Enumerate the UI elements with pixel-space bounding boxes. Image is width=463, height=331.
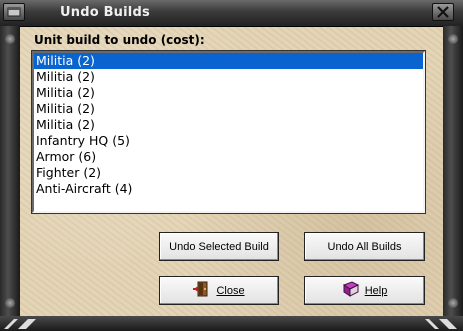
help-button-label: Help: [364, 284, 388, 297]
help-button[interactable]: Help: [304, 276, 425, 305]
list-item[interactable]: Militia (2): [34, 53, 423, 69]
undo-all-builds-label: Undo All Builds: [327, 240, 402, 253]
title-bar[interactable]: Undo Builds: [0, 0, 463, 27]
close-door-icon: [193, 281, 211, 300]
frame-bolt: [448, 298, 458, 308]
frame-bolt: [448, 34, 458, 44]
unit-build-list[interactable]: Militia (2) Militia (2) Militia (2) Militia…: [31, 50, 426, 214]
close-button[interactable]: Close: [159, 276, 279, 305]
list-item[interactable]: Infantry HQ (5): [34, 133, 423, 149]
frame-bolt: [5, 298, 15, 308]
left-frame-rail: [0, 26, 20, 316]
list-item[interactable]: Militia (2): [34, 69, 423, 85]
dialog-body: Unit build to undo (cost): Militia (2) Mi…: [20, 27, 443, 316]
bottom-frame-bar: [0, 316, 463, 331]
undo-builds-window: Undo Builds Unit build to undo (cost): M…: [0, 0, 463, 331]
list-prompt-label: Unit build to undo (cost):: [34, 33, 205, 47]
list-item[interactable]: Fighter (2): [34, 165, 423, 181]
help-book-icon: [342, 281, 360, 300]
frame-bolt: [5, 34, 15, 44]
right-frame-rail: [443, 26, 463, 316]
list-item[interactable]: Militia (2): [34, 85, 423, 101]
list-item[interactable]: Militia (2): [34, 101, 423, 117]
window-menu-icon[interactable]: [3, 3, 25, 21]
undo-all-builds-button[interactable]: Undo All Builds: [304, 232, 425, 261]
window-title: Undo Builds: [60, 5, 150, 20]
resize-corner-icon[interactable]: [425, 319, 459, 329]
close-icon[interactable]: [432, 3, 454, 21]
undo-selected-build-button[interactable]: Undo Selected Build: [159, 232, 279, 261]
list-item[interactable]: Militia (2): [34, 117, 423, 133]
close-button-label: Close: [216, 284, 245, 297]
undo-selected-build-label: Undo Selected Build: [169, 240, 269, 253]
resize-corner-icon[interactable]: [4, 319, 38, 329]
list-item[interactable]: Armor (6): [34, 149, 423, 165]
list-item[interactable]: Anti-Aircraft (4): [34, 181, 423, 197]
